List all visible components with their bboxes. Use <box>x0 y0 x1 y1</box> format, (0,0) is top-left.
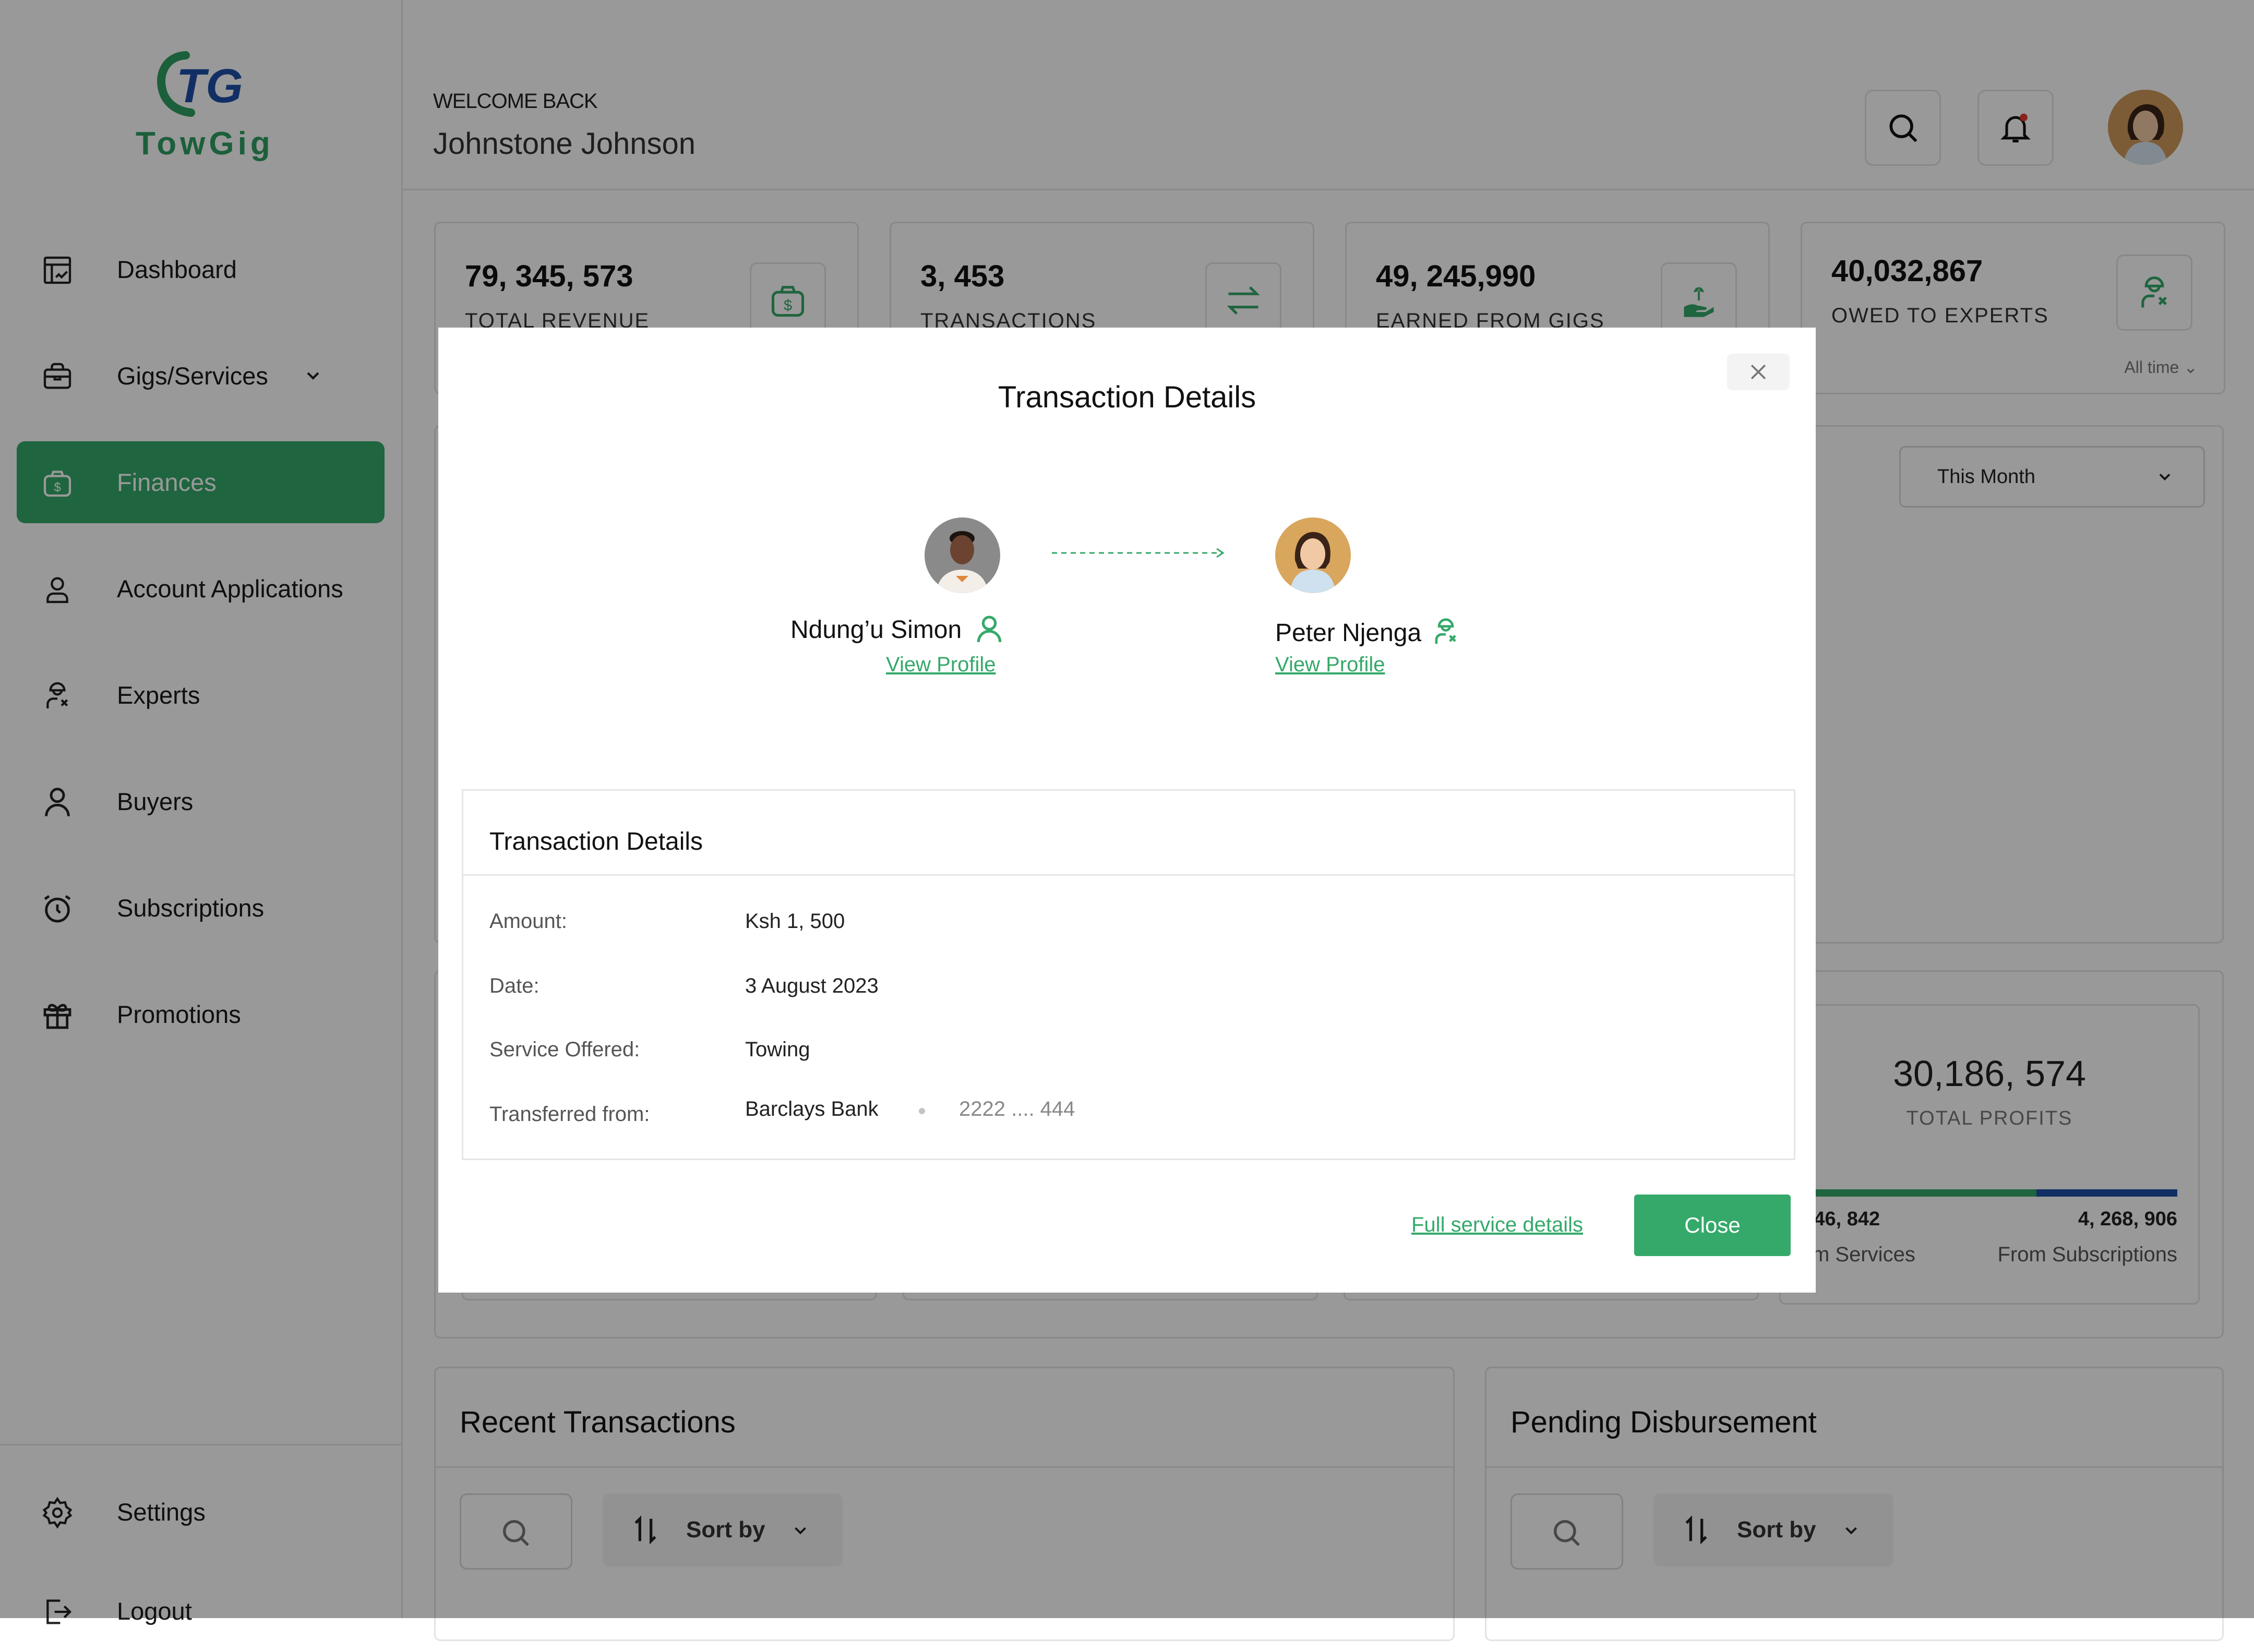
amount-label: Amount: <box>489 910 567 933</box>
service-label: Service Offered: <box>489 1038 640 1061</box>
sender-name: Ndung’u Simon <box>790 616 962 644</box>
receiver-view-profile-link[interactable]: View Profile <box>1275 653 1385 677</box>
modal-title: Transaction Details <box>998 380 1256 414</box>
receiver-avatar-image <box>1275 517 1351 593</box>
receiver-name: Peter Njenga <box>1275 619 1422 647</box>
amount-value: Ksh 1, 500 <box>745 910 845 933</box>
transaction-details-box: Transaction Details Amount: Ksh 1, 500 D… <box>462 789 1795 1160</box>
sender-avatar-image <box>925 517 1000 593</box>
details-divider <box>463 874 1794 876</box>
user-outline-icon <box>977 616 1002 643</box>
transfer-arrow-icon <box>1052 548 1225 558</box>
account-number: 2222 .... 444 <box>959 1098 1075 1120</box>
date-value: 3 August 2023 <box>745 974 879 997</box>
expert-worker-icon <box>1435 618 1456 644</box>
close-button[interactable]: Close <box>1634 1195 1791 1256</box>
date-label: Date: <box>489 974 539 997</box>
sender-view-profile-link[interactable]: View Profile <box>886 653 996 677</box>
app-root: TG TowGig Dashboard Gigs/Services $ Fina… <box>0 0 2254 1641</box>
receiver-avatar <box>1275 517 1351 593</box>
details-heading: Transaction Details <box>489 828 703 855</box>
sender-avatar <box>925 517 1000 593</box>
transferred-from-label: Transferred from: <box>489 1103 650 1126</box>
full-service-details-link[interactable]: Full service details <box>1411 1213 1583 1237</box>
transaction-details-modal: Transaction Details Ndung’u Simon View P… <box>438 328 1816 1293</box>
bank-name: Barclays Bank <box>745 1098 879 1120</box>
service-value: Towing <box>745 1038 810 1061</box>
separator-dot <box>919 1108 925 1114</box>
